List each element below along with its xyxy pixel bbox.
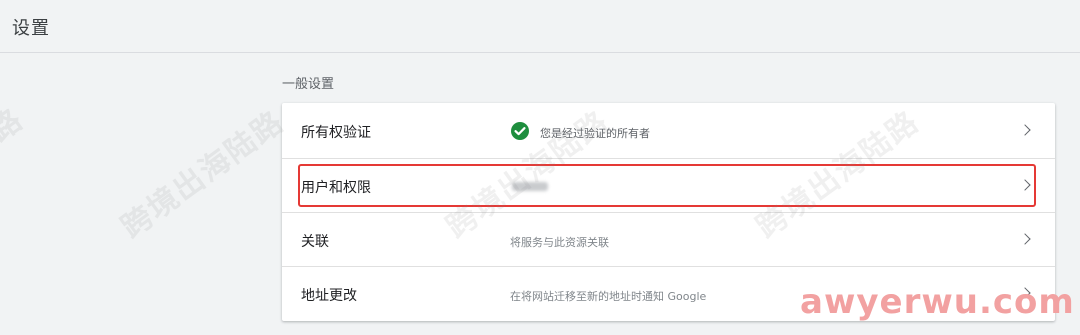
highlight-box — [298, 164, 1036, 207]
chevron-right-icon[interactable] — [1019, 233, 1031, 245]
section-title: 一般设置 — [282, 77, 335, 92]
row-label: 所有权验证 — [301, 125, 371, 141]
watermark: 陆路 — [0, 101, 31, 168]
settings-row-change-of-address[interactable]: 地址更改 在将网站迁移至新的地址时通知 Google — [282, 267, 1055, 321]
row-label: 关联 — [301, 234, 329, 250]
row-description: 将服务与此资源关联 — [510, 236, 609, 249]
page-header: 设置 — [0, 0, 1080, 53]
settings-card: 所有权验证 您是经过验证的所有者 用户和权限 关联 将服务与此资源关联 地址更改… — [282, 103, 1055, 321]
watermark: 跨境出海陆路 — [115, 104, 292, 246]
page-title: 设置 — [12, 18, 50, 39]
chevron-right-icon[interactable] — [1019, 287, 1031, 299]
row-label: 地址更改 — [301, 288, 357, 304]
settings-row-associations[interactable]: 关联 将服务与此资源关联 — [282, 213, 1055, 267]
settings-row-ownership-verification[interactable]: 所有权验证 您是经过验证的所有者 — [282, 103, 1055, 159]
row-description: 在将网站迁移至新的地址时通知 Google — [510, 290, 707, 303]
check-circle-icon — [511, 122, 529, 140]
row-description: 您是经过验证的所有者 — [540, 127, 650, 140]
chevron-right-icon[interactable] — [1019, 124, 1031, 136]
